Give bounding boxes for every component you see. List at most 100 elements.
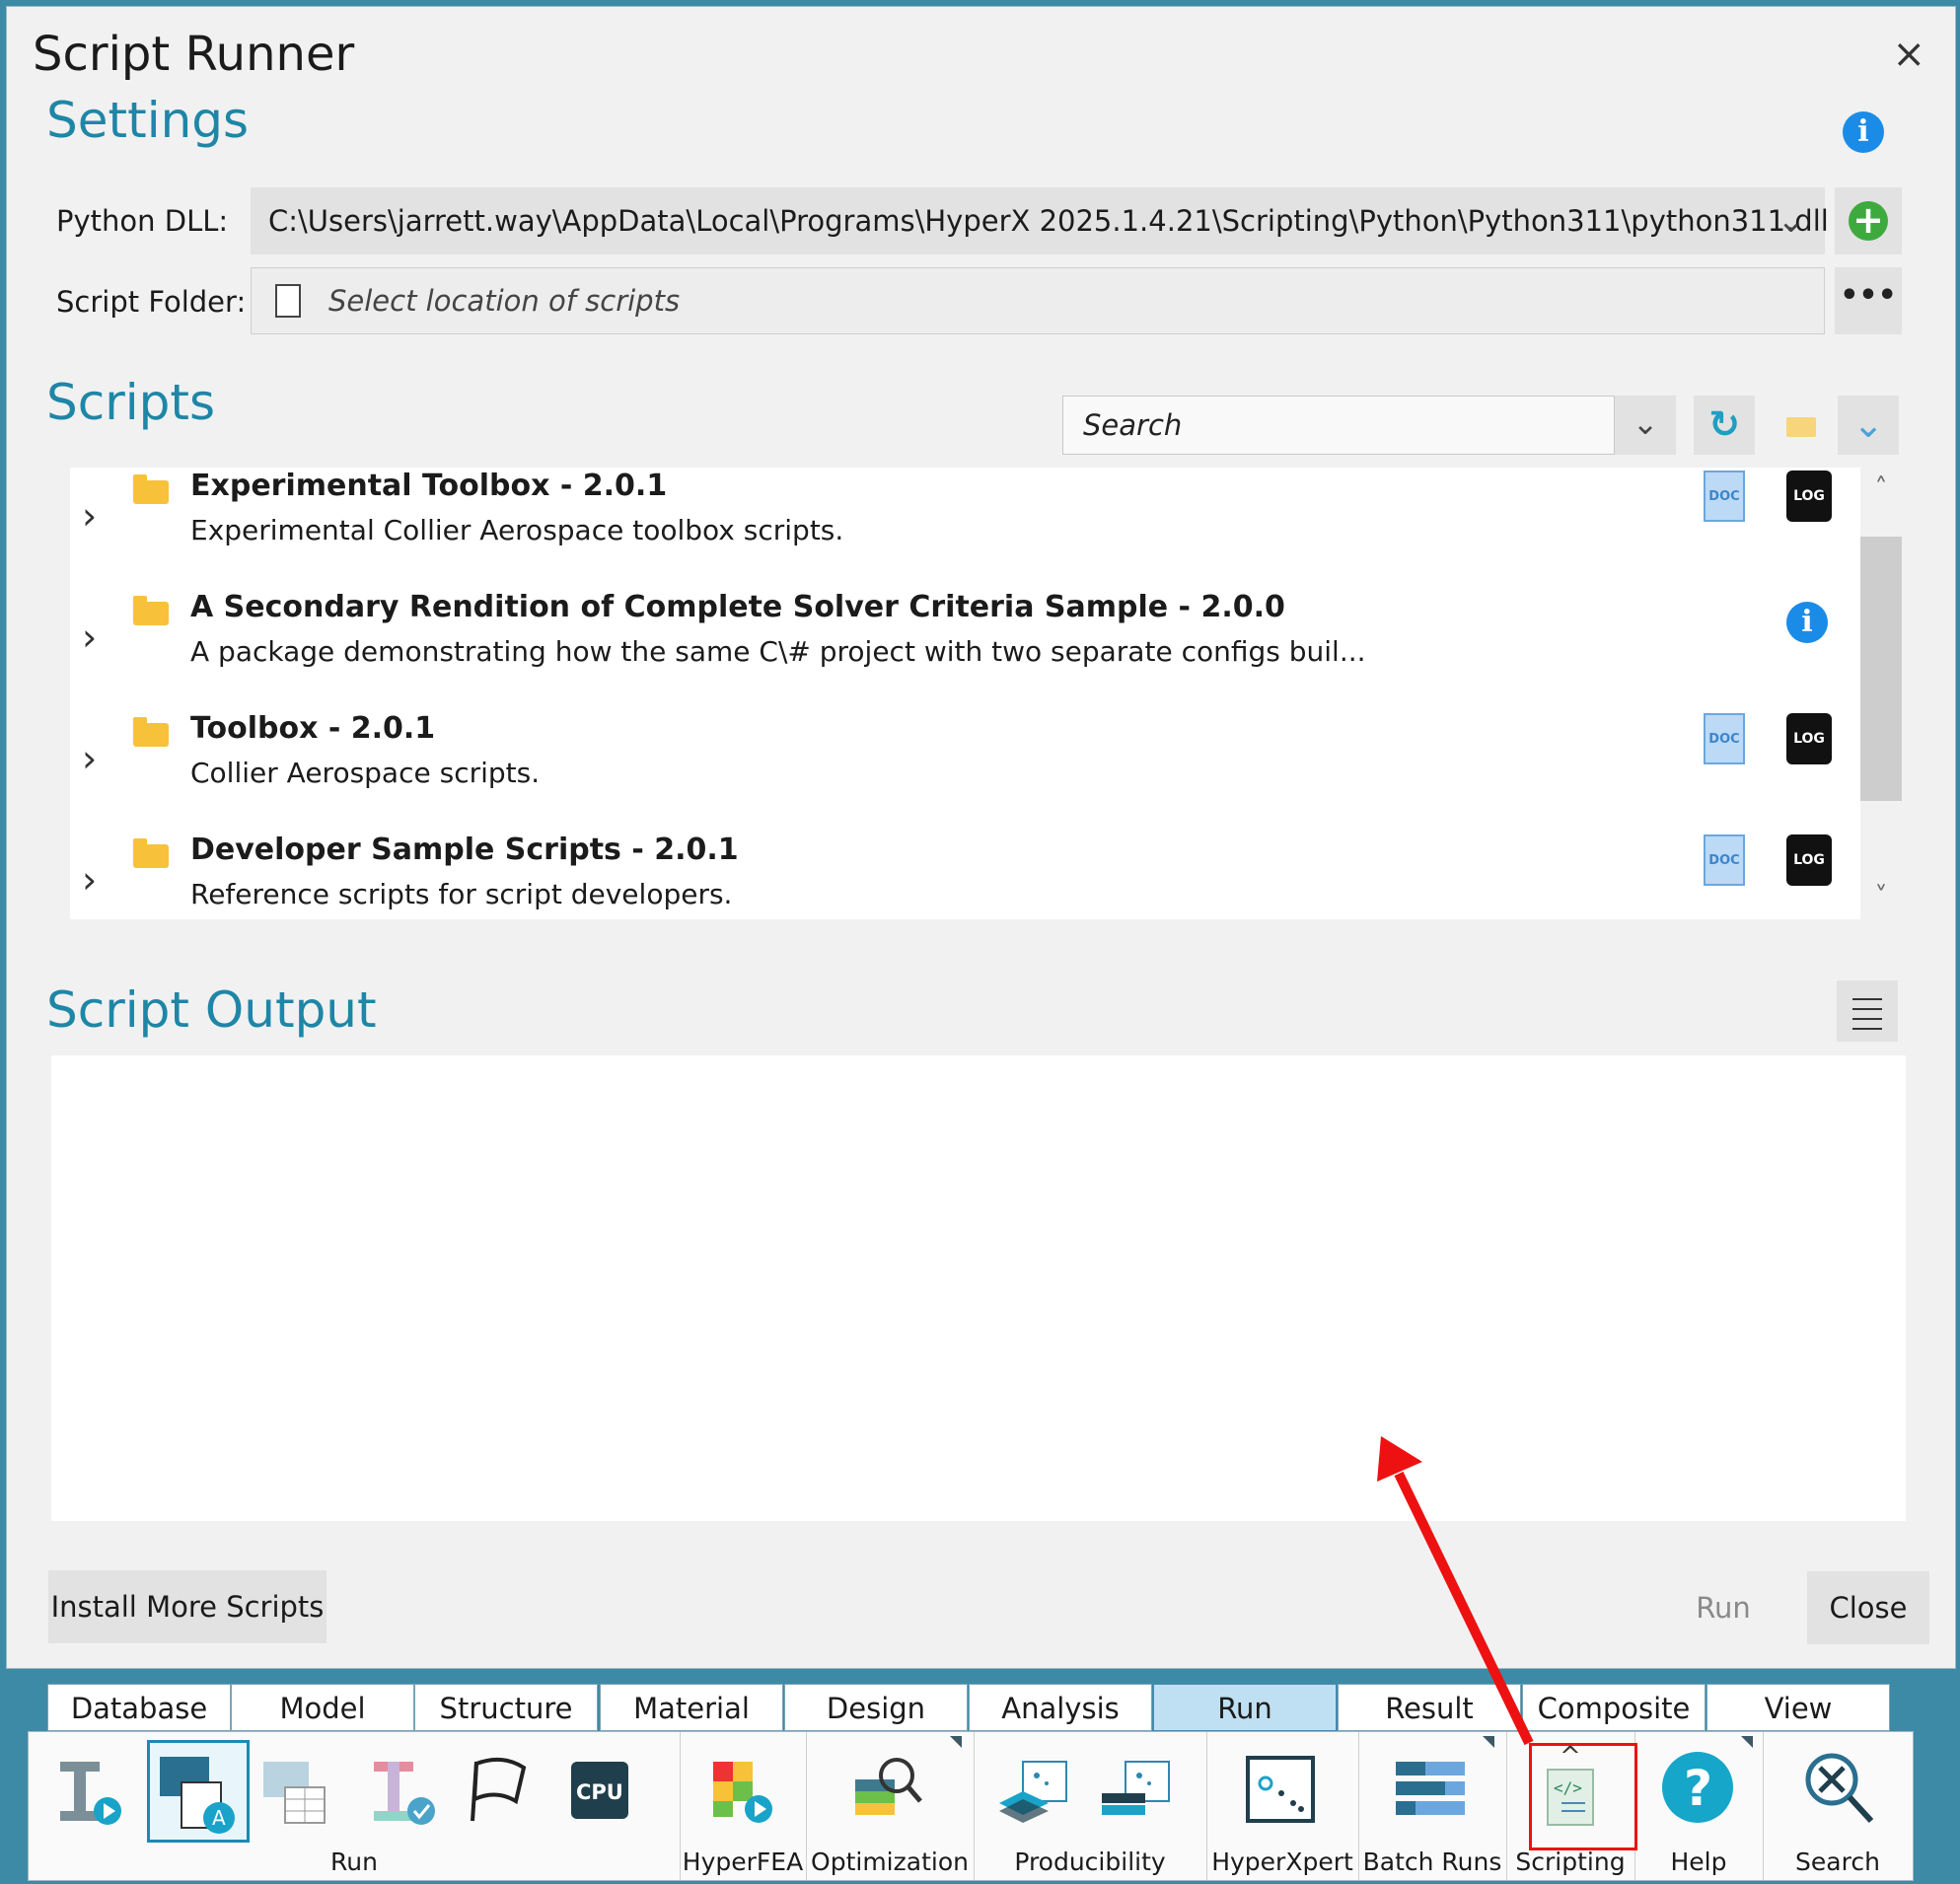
svg-text:A: A (212, 1806, 226, 1830)
script-name: Experimental Toolbox - 2.0.1 (190, 469, 668, 503)
tab-model[interactable]: Model (231, 1684, 414, 1731)
ribbon-label-help: Help (1670, 1848, 1727, 1876)
ribbon-group-search[interactable]: Search (1763, 1732, 1913, 1880)
tab-run[interactable]: Run (1153, 1684, 1337, 1731)
folder-icon (133, 838, 169, 868)
producibility-layers-icon (993, 1748, 1070, 1829)
ribbon-label-optimization: Optimization (811, 1848, 969, 1876)
list-item[interactable]: › Experimental Toolbox - 2.0.1 Experimen… (70, 469, 1866, 602)
list-item[interactable]: › A Secondary Rendition of Complete Solv… (70, 590, 1866, 723)
optimization-icon (849, 1748, 926, 1829)
ribbon-tabs: Database Model Structure Material Design… (47, 1684, 1896, 1731)
list-item[interactable]: › Toolbox - 2.0.1 Collier Aerospace scri… (70, 711, 1866, 844)
scrollbar-thumb[interactable] (1860, 537, 1902, 801)
tab-result[interactable]: Result (1338, 1684, 1521, 1731)
run-analysis-icon[interactable] (50, 1748, 127, 1829)
batch-runs-icon (1392, 1748, 1469, 1829)
tab-material[interactable]: Material (600, 1684, 783, 1731)
search-input[interactable]: Search (1062, 396, 1615, 455)
tab-analysis[interactable]: Analysis (969, 1684, 1152, 1731)
doc-icon[interactable]: DOC (1704, 713, 1745, 764)
window-title: Script Runner (33, 27, 355, 82)
add-dll-button[interactable]: + (1835, 187, 1902, 254)
scroll-down-icon[interactable]: ˅ (1860, 882, 1902, 911)
dropdown-corner-icon (1483, 1736, 1494, 1748)
log-icon[interactable]: LOG (1786, 834, 1832, 886)
script-description: Experimental Collier Aerospace toolbox s… (190, 514, 844, 546)
info-icon[interactable]: i (1843, 111, 1884, 153)
search-icon (1800, 1748, 1877, 1829)
install-more-scripts-button[interactable]: Install More Scripts (48, 1570, 327, 1643)
ribbon-group-producibility[interactable]: Producibility (974, 1732, 1207, 1880)
expand-chevron-icon[interactable]: › (82, 494, 97, 538)
open-folder-button[interactable] (1771, 396, 1832, 455)
script-output-area[interactable] (51, 1055, 1906, 1521)
close-button[interactable]: Close (1807, 1571, 1929, 1644)
scroll-up-icon[interactable]: ˄ (1860, 473, 1902, 503)
script-runner-window: Script Runner × Settings i Python DLL: C… (6, 6, 1956, 1669)
refresh-icon[interactable]: ↻ (1694, 396, 1755, 455)
script-description: A package demonstrating how the same C\#… (190, 635, 1366, 668)
script-name: A Secondary Rendition of Complete Solver… (190, 590, 1285, 624)
info-icon[interactable]: i (1786, 602, 1828, 643)
scripts-heading: Scripts (46, 374, 216, 431)
log-icon[interactable]: LOG (1786, 471, 1832, 522)
cpu-text: CPU (576, 1780, 623, 1804)
plus-icon: + (1849, 201, 1888, 241)
script-folder-input[interactable]: Select location of scripts (251, 267, 1825, 334)
run-grid-icon[interactable] (257, 1748, 334, 1829)
ribbon-group-run-label: Run (330, 1848, 378, 1876)
tab-design[interactable]: Design (784, 1684, 968, 1731)
script-name: Developer Sample Scripts - 2.0.1 (190, 833, 739, 867)
tab-composite[interactable]: Composite (1522, 1684, 1706, 1731)
folder-icon (133, 596, 169, 625)
doc-icon[interactable]: DOC (1704, 834, 1745, 886)
browse-folder-button[interactable]: ••• (1835, 267, 1902, 334)
expand-chevron-icon[interactable]: › (82, 616, 97, 659)
folder-icon (133, 474, 169, 504)
ribbon-group-run: A CPU Run (29, 1732, 681, 1880)
ribbon-label-producibility: Producibility (1014, 1848, 1166, 1876)
log-icon[interactable]: LOG (1786, 713, 1832, 764)
scrollbar[interactable]: ˄ ˅ (1860, 468, 1902, 919)
help-icon: ? (1658, 1748, 1735, 1829)
scripting-highlight-box (1529, 1743, 1637, 1850)
flag-icon[interactable] (463, 1748, 540, 1829)
ribbon-group-optimization[interactable]: Optimization (806, 1732, 975, 1880)
close-icon[interactable]: × (1892, 35, 1925, 74)
chevron-down-icon: ⌄ (1777, 201, 1806, 241)
script-description: Reference scripts for script developers. (190, 878, 733, 910)
search-placeholder: Search (1083, 408, 1183, 442)
cpu-icon[interactable]: CPU (561, 1748, 638, 1829)
file-icon (275, 284, 301, 318)
expand-chevron-icon[interactable]: › (82, 858, 97, 902)
ribbon-group-hyperfea[interactable]: HyperFEA (680, 1732, 807, 1880)
search-dropdown-button[interactable]: ⌄ (1615, 396, 1676, 455)
script-folder-label: Script Folder: (56, 285, 247, 319)
check-run-icon[interactable] (364, 1748, 441, 1829)
ribbon-label-search: Search (1795, 1848, 1880, 1876)
collapse-chevron-icon[interactable]: ⌄ (1838, 396, 1899, 455)
ribbon-group-hyperxpert[interactable]: HyperXpert (1206, 1732, 1359, 1880)
ribbon-group-help[interactable]: ? Help (1634, 1732, 1764, 1880)
script-description: Collier Aerospace scripts. (190, 757, 541, 789)
python-dll-select[interactable]: C:\Users\jarrett.way\AppData\Local\Progr… (251, 187, 1829, 254)
run-selected-icon[interactable]: A (147, 1740, 250, 1843)
script-name: Toolbox - 2.0.1 (190, 711, 436, 746)
expand-chevron-icon[interactable]: › (82, 737, 97, 780)
folder-icon (133, 717, 169, 747)
doc-icon[interactable]: DOC (1704, 471, 1745, 522)
tab-structure[interactable]: Structure (414, 1684, 598, 1731)
ribbon-label-hyperxpert: HyperXpert (1211, 1848, 1353, 1876)
ribbon-group-batch-runs[interactable]: Batch Runs (1358, 1732, 1507, 1880)
run-button[interactable]: Run (1664, 1571, 1782, 1644)
dropdown-corner-icon (950, 1736, 962, 1748)
dropdown-corner-icon (1741, 1736, 1753, 1748)
tab-database[interactable]: Database (47, 1684, 231, 1731)
clear-output-button[interactable] (1837, 980, 1898, 1042)
tab-view[interactable]: View (1706, 1684, 1890, 1731)
hyperfea-icon (703, 1748, 780, 1829)
python-dll-value: C:\Users\jarrett.way\AppData\Local\Progr… (268, 204, 1829, 238)
script-folder-placeholder: Select location of scripts (328, 284, 681, 318)
list-item[interactable]: › Developer Sample Scripts - 2.0.1 Refer… (70, 833, 1866, 919)
